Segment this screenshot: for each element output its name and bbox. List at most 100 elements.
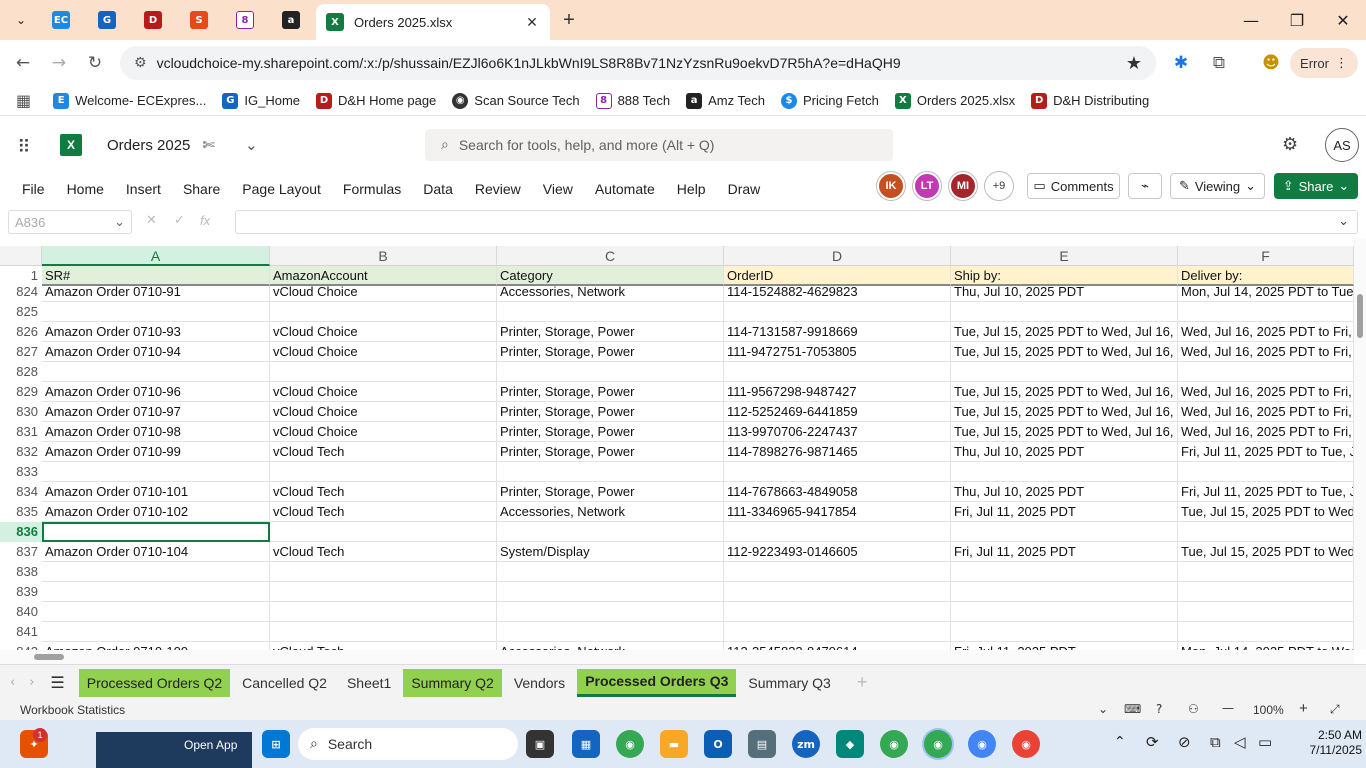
feedback-icon[interactable]: ⚇ [1188, 702, 1199, 716]
header-cell[interactable]: AmazonAccount [270, 266, 497, 286]
sheet-tab[interactable]: Processed Orders Q3 [577, 668, 737, 697]
cancel-icon[interactable]: ✕ [146, 213, 157, 228]
outlook-icon[interactable]: O [704, 730, 732, 758]
grid-cell[interactable]: Tue, Jul 15, 2025 PDT to Wed, Jul 16 [1178, 542, 1354, 562]
tab-search-chevron-icon[interactable]: ⌄ [4, 6, 38, 34]
grid-cell[interactable]: 113-3545832-8470614 [724, 642, 951, 650]
grid-cell[interactable]: 114-7678663-4849058 [724, 482, 951, 502]
taskbar-search[interactable]: ⌕ Search [298, 728, 518, 760]
vertical-scrollbar[interactable] [1354, 238, 1366, 650]
sheet-tab[interactable]: Sheet1 [339, 669, 399, 697]
keyboard-icon[interactable]: ⌨ [1124, 702, 1141, 716]
grid-cell[interactable]: Printer, Storage, Power [497, 442, 724, 462]
bookmark-dh-home[interactable]: D D&H Home page [316, 92, 436, 109]
grid-cell[interactable]: Wed, Jul 16, 2025 PDT to Fri, Jul 18 [1178, 342, 1354, 362]
header-cell[interactable]: SR# [42, 266, 270, 286]
row-header[interactable]: 828 [0, 362, 42, 382]
pinned-tab-pricing[interactable]: S [182, 6, 216, 34]
grid-cell[interactable]: vCloud Choice [270, 382, 497, 402]
grid-cell[interactable] [951, 522, 1178, 542]
row-header[interactable]: 829 [0, 382, 42, 402]
tab-help[interactable]: Help [677, 181, 706, 197]
grid-cell[interactable]: 114-7898276-9871465 [724, 442, 951, 462]
grid-cell[interactable]: Wed, Jul 16, 2025 PDT to Fri, Jul 18 [1178, 382, 1354, 402]
header-cell[interactable]: Deliver by: [1178, 266, 1354, 286]
extensions-puzzle-icon[interactable]: ⧉ [1204, 48, 1234, 78]
name-box[interactable]: A836 ⌄ [8, 210, 132, 234]
grid-cell[interactable] [270, 522, 497, 542]
grid-cell[interactable]: Fri, Jul 11, 2025 PDT to Tue, Jul 15 [1178, 442, 1354, 462]
row-header[interactable]: 834 [0, 482, 42, 502]
app-icon[interactable]: ◆ [836, 730, 864, 758]
all-sheets-menu-icon[interactable]: ☰ [50, 673, 64, 692]
sync-icon[interactable]: ⟳ [1146, 733, 1159, 751]
grid-cell[interactable] [724, 362, 951, 382]
document-title[interactable]: Orders 2025 ✄ ⌄ [107, 136, 258, 154]
grid-cell[interactable] [1178, 522, 1354, 542]
grid-cell[interactable] [42, 522, 270, 542]
grid-cell[interactable]: vCloud Choice [270, 402, 497, 422]
tab-home[interactable]: Home [67, 181, 104, 197]
grid-cell[interactable] [1178, 462, 1354, 482]
tab-automate[interactable]: Automate [595, 181, 655, 197]
pinned-tab-888[interactable]: 8 [228, 6, 262, 34]
chrome-profile-icon[interactable]: ◉ [1012, 730, 1040, 758]
grid-cell[interactable]: vCloud Choice [270, 342, 497, 362]
bookmark-ecexpress[interactable]: E Welcome- ECExpres... [53, 92, 206, 109]
chevron-down-icon[interactable]: ⌄ [245, 136, 258, 154]
grid-cell[interactable]: Fri, Jul 11, 2025 PDT [951, 542, 1178, 562]
row-header[interactable]: 842 [0, 642, 42, 650]
grid-cell[interactable]: Amazon Order 0710-96 [42, 382, 270, 402]
grid-cell[interactable] [270, 362, 497, 382]
chevron-down-icon[interactable]: ⌄ [1338, 214, 1349, 229]
bookmark-star-icon[interactable]: ★ [1126, 53, 1142, 74]
workbook-statistics[interactable]: Workbook Statistics [20, 703, 125, 717]
reload-icon[interactable]: ↻ [80, 48, 110, 78]
row-header[interactable]: 831 [0, 422, 42, 442]
grid-cell[interactable]: Accessories, Network [497, 502, 724, 522]
column-header-c[interactable]: C [497, 246, 724, 266]
grid-cell[interactable]: Amazon Order 0710-102 [42, 502, 270, 522]
grid-cell[interactable] [42, 602, 270, 622]
active-browser-tab[interactable]: X Orders 2025.xlsx ✕ [316, 4, 550, 40]
row-header[interactable]: 837 [0, 542, 42, 562]
grid-cell[interactable]: Amazon Order 0710-104 [42, 542, 270, 562]
viewing-mode-button[interactable]: ✎ Viewing ⌄ [1170, 173, 1265, 199]
bookmark-ig-home[interactable]: G IG_Home [222, 92, 300, 109]
error-button[interactable]: Error ⋮ [1290, 48, 1358, 78]
grid-cell[interactable]: 113-9970706-2247437 [724, 422, 951, 442]
grid-cell[interactable] [42, 562, 270, 582]
collaborator-avatar[interactable]: LT [913, 172, 941, 200]
more-collaborators-badge[interactable]: +9 [985, 172, 1013, 200]
grid-cell[interactable]: 114-7131587-9918669 [724, 322, 951, 342]
grid-cell[interactable]: Fri, Jul 11, 2025 PDT [951, 502, 1178, 522]
volume-icon[interactable]: ◁ [1234, 733, 1246, 751]
profile-icon[interactable]: ☻ [1256, 48, 1286, 78]
horizontal-scroll-thumb[interactable] [34, 654, 64, 660]
grid-cell[interactable]: Amazon Order 0710-98 [42, 422, 270, 442]
bookmark-orders-2025[interactable]: X Orders 2025.xlsx [894, 92, 1015, 109]
row-header[interactable]: 841 [0, 622, 42, 642]
row-header[interactable]: 825 [0, 302, 42, 322]
chrome-profile-icon[interactable]: ◉ [968, 730, 996, 758]
grid-cell[interactable]: Amazon Order 0710-93 [42, 322, 270, 342]
new-tab-icon[interactable]: + [552, 6, 586, 34]
open-app-preview[interactable]: Open App [96, 732, 252, 768]
zoom-level[interactable]: 100% [1253, 703, 1284, 717]
grid-cell[interactable] [951, 462, 1178, 482]
grid-cell[interactable] [497, 362, 724, 382]
grid-cell[interactable]: vCloud Tech [270, 482, 497, 502]
bookmark-888-tech[interactable]: 8 888 Tech [595, 92, 670, 109]
close-window-icon[interactable]: ✕ [1320, 6, 1366, 34]
collaborator-avatar[interactable]: MI [949, 172, 977, 200]
grid-cell[interactable]: Mon, Jul 14, 2025 PDT to Wed, Jul 16 [1178, 642, 1354, 650]
calculator-icon[interactable]: ▤ [748, 730, 776, 758]
grid-cell[interactable]: Printer, Storage, Power [497, 482, 724, 502]
grid-cell[interactable] [951, 302, 1178, 322]
system-clock[interactable]: 2:50 AM 7/11/2025 [1290, 728, 1363, 758]
pinned-tab-dh[interactable]: D [136, 6, 170, 34]
network-icon[interactable]: ⊘ [1178, 733, 1191, 751]
grid-cell[interactable]: 111-9567298-9487427 [724, 382, 951, 402]
row-header[interactable]: 833 [0, 462, 42, 482]
row-header[interactable]: 836 [0, 522, 42, 542]
